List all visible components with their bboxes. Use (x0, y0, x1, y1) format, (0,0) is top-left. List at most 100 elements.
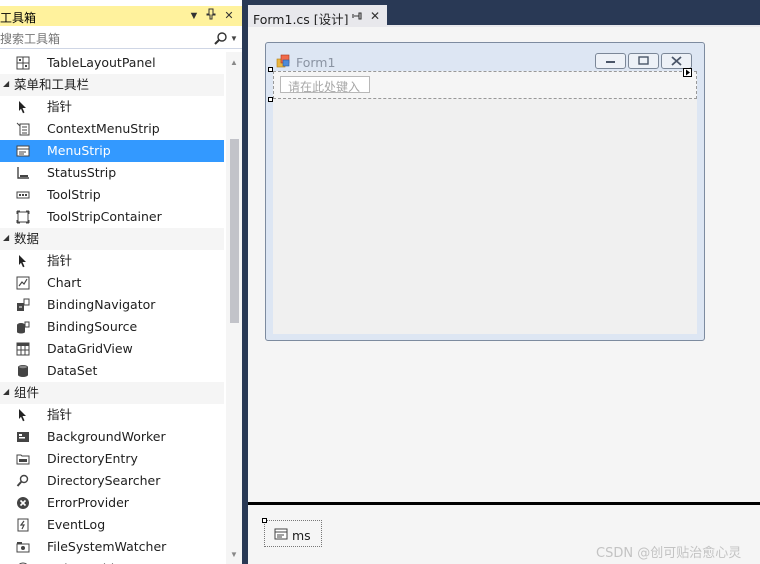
toolbox-item-label: DataSet (47, 363, 98, 378)
binding-source-icon (16, 320, 30, 334)
toolbox-item[interactable]: MenuStrip (0, 140, 224, 162)
tab-pin-icon[interactable] (352, 10, 364, 25)
search-dropdown-icon[interactable]: ▼ (230, 31, 238, 47)
toolbox-item-label: TableLayoutPanel (47, 55, 156, 70)
toolbox-item-label: DirectorySearcher (47, 473, 161, 488)
menu-strip-icon (16, 144, 30, 158)
context-menu-icon (16, 122, 30, 136)
directory-entry-icon (16, 452, 30, 466)
toolbox-item[interactable]: FileSystemWatcher (0, 536, 224, 558)
tab-close-icon[interactable]: ✕ (370, 9, 380, 23)
toolbox-group-label: 数据 (14, 231, 40, 246)
scroll-up-icon[interactable]: ▲ (230, 58, 238, 67)
toolbox-group-header[interactable]: ◢ 菜单和工具栏 (0, 74, 224, 96)
scrollbar-thumb[interactable] (230, 139, 239, 323)
tray-component-ms[interactable]: ms (262, 518, 322, 547)
form-client-area[interactable]: 请在此处键入 (273, 68, 697, 334)
toolbox-item-label: ToolStrip (47, 187, 101, 202)
menu-type-here-box[interactable]: 请在此处键入 (280, 76, 370, 94)
toolbox-item[interactable]: DirectoryEntry (0, 448, 224, 470)
selection-handle[interactable] (262, 518, 267, 523)
toolbox-title-bar[interactable]: 工具箱 ▼ ✕ (0, 6, 242, 26)
toolbox-group-header[interactable]: ◢ 组件 (0, 382, 224, 404)
toolbox-item[interactable]: TableLayoutPanel (0, 52, 224, 74)
toolbox-item-label: 指针 (47, 99, 73, 114)
toolbox-close-icon[interactable]: ✕ (222, 8, 236, 24)
pointer-icon (16, 408, 30, 422)
expand-arrow-icon[interactable]: ◢ (3, 387, 9, 396)
data-set-icon (16, 364, 30, 378)
menu-type-here-label: 请在此处键入 (288, 80, 361, 94)
tool-strip-container-icon (16, 210, 30, 224)
toolbox-group-label: 组件 (14, 385, 40, 400)
form-minimize-button[interactable] (595, 53, 626, 69)
toolbox-item[interactable]: ToolStrip (0, 184, 224, 206)
toolbox-item-label: ErrorProvider (47, 495, 129, 510)
toolbox-item[interactable]: ErrorProvider (0, 492, 224, 514)
toolbox-list: TableLayoutPanel ◢ 菜单和工具栏指针 ContextMenuStri… (0, 52, 224, 564)
tray-component-label: ms (292, 528, 311, 543)
toolbox-item[interactable]: DirectorySearcher (0, 470, 224, 492)
toolbox-item[interactable]: ContextMenuStrip (0, 118, 224, 140)
toolbox-item[interactable]: BindingSource (0, 316, 224, 338)
toolbox-item-label: DataGridView (47, 341, 133, 356)
form-title: Form1 (296, 55, 336, 70)
toolbox-item[interactable]: 指针 (0, 250, 224, 272)
chart-icon (16, 276, 30, 290)
form1-window[interactable]: Form1 请在此处键入 (265, 42, 705, 341)
watermark: CSDN @创可贴治愈心灵 (596, 546, 742, 561)
binding-navigator-icon (16, 298, 30, 312)
expand-arrow-icon[interactable]: ◢ (3, 233, 9, 242)
toolbox-pin-icon[interactable] (204, 8, 218, 24)
smart-tag-icon[interactable] (683, 68, 692, 77)
directory-searcher-icon (16, 474, 30, 488)
toolbox-panel: 工具箱 ▼ ✕ ▼ TableLayoutPanel ◢ 菜单和工具栏指针 Conte… (0, 0, 242, 564)
tool-strip-icon (16, 188, 30, 202)
toolbox-item-label: EventLog (47, 517, 106, 532)
toolbox-item-label: 指针 (47, 407, 73, 422)
form-maximize-button[interactable] (628, 53, 659, 69)
tab-form1-designer[interactable]: Form1.cs [设计] ✕ (248, 5, 387, 27)
toolbox-item-label: BindingSource (47, 319, 138, 334)
toolbox-item[interactable]: ToolStripContainer (0, 206, 224, 228)
form-close-button[interactable] (661, 53, 692, 69)
toolbox-scrollbar[interactable]: ▲ ▼ (226, 52, 242, 564)
toolbox-search-input[interactable] (0, 30, 210, 47)
selection-handle[interactable] (268, 67, 273, 72)
toolbox-item[interactable]: StatusStrip (0, 162, 224, 184)
error-provider-icon (16, 496, 30, 510)
toolbox-item-label: MenuStrip (47, 143, 111, 158)
menu-strip-icon (274, 527, 288, 541)
toolbox-item-label: ContextMenuStrip (47, 121, 160, 136)
toolbox-title: 工具箱 (0, 11, 37, 25)
toolbox-item[interactable]: BindingNavigator (0, 294, 224, 316)
toolbox-item[interactable]: 指针 (0, 404, 224, 426)
toolbox-item-label: 指针 (47, 253, 73, 268)
menu-strip[interactable]: 请在此处键入 (273, 68, 697, 99)
table-layout-icon (16, 56, 30, 70)
toolbox-item[interactable]: DataSet (0, 360, 224, 382)
toolbox-item[interactable]: BackgroundWorker (0, 426, 224, 448)
toolbox-item-label: StatusStrip (47, 165, 117, 180)
status-strip-icon (16, 166, 30, 180)
file-system-watcher-icon (16, 540, 30, 554)
toolbox-search: ▼ (0, 28, 242, 49)
event-log-icon (16, 518, 30, 532)
expand-arrow-icon[interactable]: ◢ (3, 79, 9, 88)
toolbox-item[interactable]: 指针 (0, 96, 224, 118)
search-icon[interactable] (213, 31, 229, 47)
data-grid-view-icon (16, 342, 30, 356)
toolbox-group-header[interactable]: ◢ 数据 (0, 228, 224, 250)
toolbox-group-label: 菜单和工具栏 (14, 77, 90, 92)
toolbox-item[interactable]: Chart (0, 272, 224, 294)
toolbox-item[interactable]: EventLog (0, 514, 224, 536)
toolbox-item-label: Chart (47, 275, 82, 290)
toolbox-item[interactable]: HelpProvider (0, 558, 224, 564)
toolbox-item-label: DirectoryEntry (47, 451, 138, 466)
toolbox-dropdown-icon[interactable]: ▼ (187, 8, 201, 24)
toolbox-item-label: FileSystemWatcher (47, 539, 167, 554)
selection-handle[interactable] (268, 97, 273, 102)
toolbox-item[interactable]: DataGridView (0, 338, 224, 360)
designer-surface[interactable]: Form1 请在此处键入 ms (248, 27, 760, 564)
scroll-down-icon[interactable]: ▼ (230, 550, 238, 559)
